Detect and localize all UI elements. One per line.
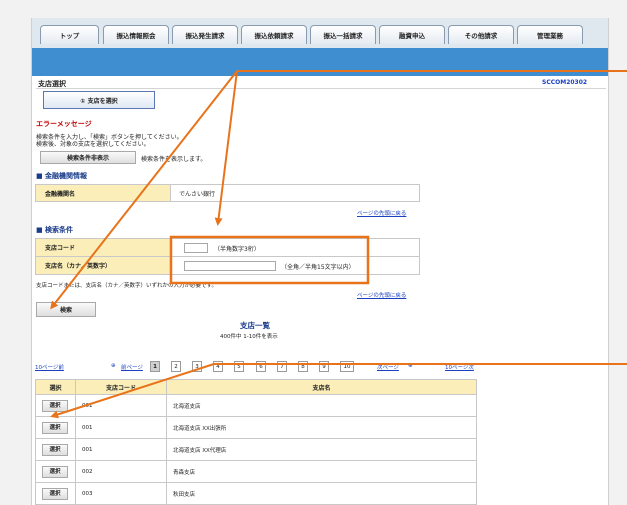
- callout-arrow-to-search: [50, 70, 238, 310]
- annotation-overlay: [50, 70, 627, 419]
- callout-arrow-to-select: [50, 363, 215, 419]
- screenshot-frame: トップ 振込情報照会 振込発生請求 振込依頼請求 振込一括請求 融資申込 その他…: [0, 0, 627, 505]
- callout-arrow-to-input: [214, 70, 238, 226]
- criteria-highlight-box: [169, 235, 370, 285]
